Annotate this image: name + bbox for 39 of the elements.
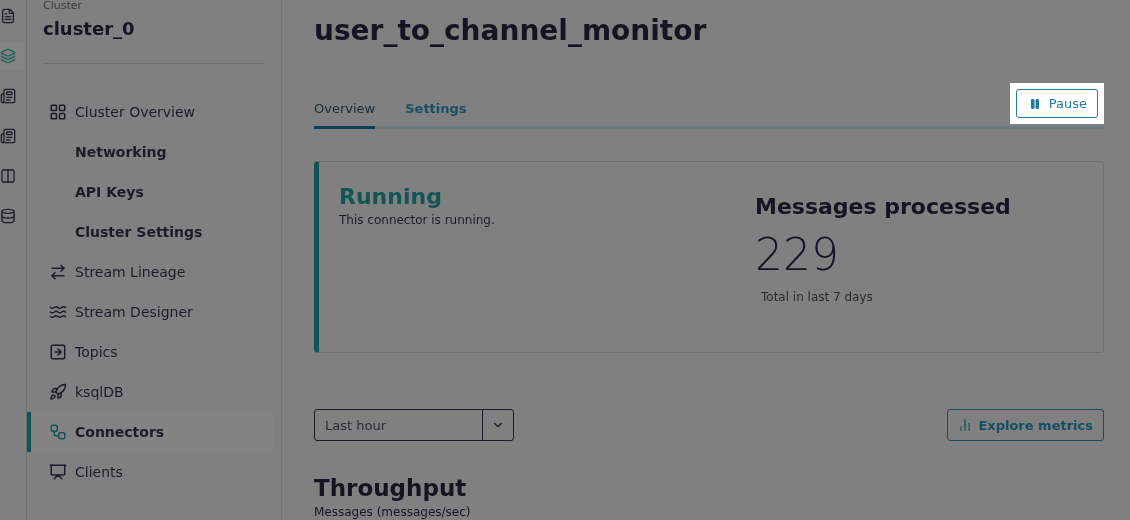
tab[interactable]: Overview — [314, 101, 376, 129]
waves-icon — [49, 303, 67, 321]
bar-chart-icon — [958, 418, 973, 432]
grid-icon — [49, 103, 67, 121]
database-icon — [0, 208, 16, 224]
pause-button[interactable]: Pause — [1015, 89, 1098, 118]
sidebar-item[interactable]: Topics — [27, 332, 273, 372]
document-icon — [0, 8, 16, 24]
time-range-select[interactable]: Last hour — [314, 409, 514, 441]
explore-metrics-button[interactable]: Explore metrics — [947, 409, 1104, 441]
page-title: user_to_channel_monitor — [314, 14, 708, 47]
section-label: Cluster — [43, 0, 84, 11]
rocket-icon — [49, 383, 67, 401]
select-value: Last hour — [324, 416, 387, 435]
arrow-box-icon — [49, 343, 67, 361]
layers-icon — [0, 48, 16, 64]
sidebar-item[interactable]: Cluster Overview — [27, 92, 273, 132]
pause-icon — [1028, 97, 1041, 110]
sidebar-item[interactable]: Stream Designer — [27, 292, 273, 332]
status-text: This connector is running. — [339, 213, 496, 227]
metric-caption: Total in last 7 days — [761, 290, 874, 304]
sidebar-item[interactable]: Networking — [27, 132, 273, 172]
chart-subtitle: Messages (messages/sec) — [314, 505, 472, 519]
sidebar-item[interactable]: API Keys — [27, 172, 273, 212]
tab[interactable]: Settings — [405, 101, 467, 129]
cluster-name: cluster_0 — [43, 18, 136, 39]
network-icon — [49, 423, 67, 441]
newspaper-icon — [0, 128, 16, 144]
arrows-icon — [49, 263, 67, 281]
monitor-icon — [49, 463, 67, 481]
sidebar-item[interactable]: Clients — [27, 452, 273, 492]
section-title: Throughput — [314, 475, 468, 501]
status-title: Running — [339, 184, 443, 209]
sidebar-item[interactable]: ksqlDB — [27, 372, 273, 412]
metric-value: 229 — [755, 229, 840, 280]
sidebar-item[interactable]: Cluster Settings — [27, 212, 273, 252]
columns-icon — [0, 168, 16, 184]
sidebar-item[interactable]: Stream Lineage — [27, 252, 273, 292]
metric-title: Messages processed — [755, 194, 1011, 219]
